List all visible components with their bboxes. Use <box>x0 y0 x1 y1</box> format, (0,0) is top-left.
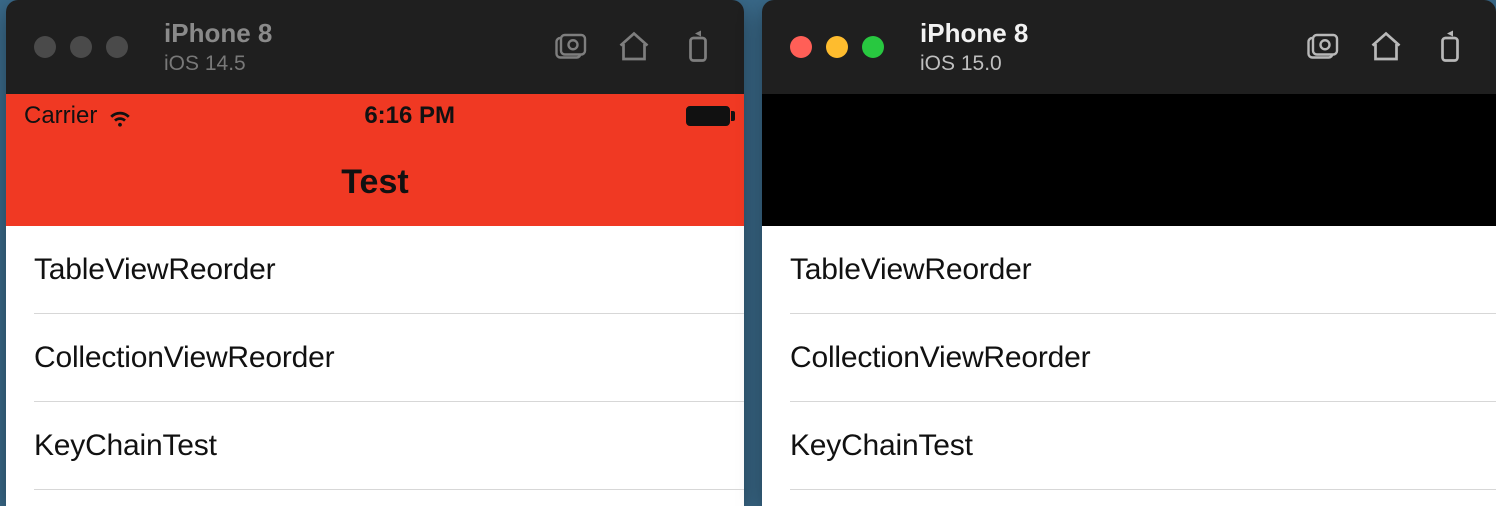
maximize-icon[interactable] <box>106 36 128 58</box>
os-version: iOS 14.5 <box>164 51 542 76</box>
table-view[interactable]: TableViewReorder CollectionViewReorder K… <box>6 226 744 506</box>
window-controls <box>790 36 884 58</box>
rotate-icon[interactable] <box>680 29 716 65</box>
screenshot-icon[interactable] <box>1304 29 1340 65</box>
cell-label: TableViewReorder <box>790 253 1031 287</box>
titlebar[interactable]: iPhone 8 iOS 15.0 <box>762 0 1496 94</box>
table-row[interactable]: CollectionViewReorder <box>6 314 744 402</box>
close-icon[interactable] <box>34 36 56 58</box>
cell-label: CollectionViewReorder <box>790 341 1090 375</box>
wifi-icon <box>107 102 133 131</box>
minimize-icon[interactable] <box>826 36 848 58</box>
toolbar <box>552 29 716 65</box>
titlebar[interactable]: iPhone 8 iOS 14.5 <box>6 0 744 94</box>
device-name: iPhone 8 <box>920 18 1294 49</box>
table-row[interactable]: CollectionViewReorder <box>762 314 1496 402</box>
table-row[interactable]: TableViewReorder <box>762 226 1496 314</box>
nav-area: Carrier 6:16 PM Test <box>6 94 744 226</box>
device-name: iPhone 8 <box>164 18 542 49</box>
screenshot-icon[interactable] <box>552 29 588 65</box>
cell-label: TableViewReorder <box>34 253 275 287</box>
window-title: iPhone 8 iOS 15.0 <box>920 18 1294 76</box>
toolbar <box>1304 29 1468 65</box>
table-view[interactable]: TableViewReorder CollectionViewReorder K… <box>762 226 1496 506</box>
navigation-bar: Test <box>6 138 744 226</box>
rotate-icon[interactable] <box>1432 29 1468 65</box>
table-row[interactable]: TableViewReorder <box>6 226 744 314</box>
simulator-window-right: iPhone 8 iOS 15.0 <box>762 0 1496 506</box>
minimize-icon[interactable] <box>70 36 92 58</box>
table-row[interactable]: KeyChainTest <box>762 402 1496 490</box>
maximize-icon[interactable] <box>862 36 884 58</box>
page-title: Test <box>341 163 408 202</box>
os-version: iOS 15.0 <box>920 51 1294 76</box>
status-bar: Carrier 6:16 PM <box>6 94 744 138</box>
table-row[interactable]: KeyChainTest <box>6 402 744 490</box>
carrier-label: Carrier <box>24 102 97 130</box>
cell-label: KeyChainTest <box>34 429 217 463</box>
nav-area <box>762 94 1496 226</box>
home-icon[interactable] <box>1368 29 1404 65</box>
window-title: iPhone 8 iOS 14.5 <box>164 18 542 76</box>
cell-label: CollectionViewReorder <box>34 341 334 375</box>
time-label: 6:16 PM <box>364 102 455 130</box>
close-icon[interactable] <box>790 36 812 58</box>
window-controls <box>34 36 128 58</box>
battery-icon <box>686 106 730 126</box>
simulator-window-left: iPhone 8 iOS 14.5 <box>6 0 744 506</box>
home-icon[interactable] <box>616 29 652 65</box>
cell-label: KeyChainTest <box>790 429 973 463</box>
